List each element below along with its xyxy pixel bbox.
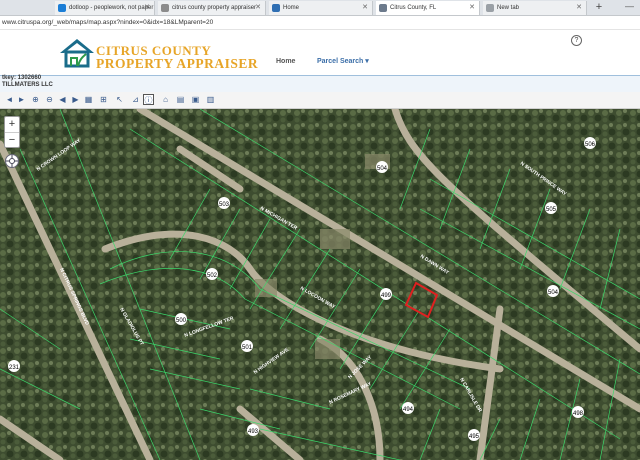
tab-citrus-county[interactable]: Citrus County, FL ✕	[376, 1, 480, 15]
buildings-icon[interactable]: ⌂	[160, 94, 171, 105]
tab-favicon-icon	[272, 4, 280, 12]
tab-label: New tab	[497, 5, 520, 11]
map-canvas[interactable]: 504 505 506 503 502 501 500 499 498 494 …	[0, 109, 640, 460]
print-icon[interactable]: ▤	[175, 94, 186, 105]
tab-label: Citrus County, FL	[390, 5, 437, 11]
lot-marker[interactable]: 495	[468, 429, 480, 441]
lot-marker[interactable]: 493	[247, 424, 259, 436]
tab-label: Home	[283, 5, 300, 11]
help-icon[interactable]: ?	[571, 35, 582, 46]
tab-home[interactable]: Home ✕	[269, 1, 373, 15]
zoom-out-icon[interactable]: ⊖	[44, 94, 55, 105]
parcel-key: tkey: 1302660	[2, 75, 42, 81]
lot-marker-label: 500	[176, 318, 187, 324]
tab-label: citrus county property appraiser	[172, 5, 257, 11]
aerial-parcel-map[interactable]: 504 505 506 503 502 501 500 499 498 494 …	[0, 109, 640, 460]
back-arrow-icon[interactable]: ◄	[4, 94, 15, 105]
export-icon[interactable]: ▣	[190, 94, 201, 105]
tab-new[interactable]: New tab ✕	[483, 1, 587, 15]
pan-left-icon[interactable]: ◀	[57, 94, 68, 105]
lot-marker-label: 504	[377, 166, 388, 172]
pan-right-icon[interactable]: ▶	[70, 94, 81, 105]
lot-marker[interactable]: 503	[218, 197, 230, 209]
tree-canopy	[0, 109, 640, 460]
parcel-owner: TILLMATERS LLC	[2, 82, 53, 88]
lot-marker[interactable]: 504	[376, 161, 388, 173]
lot-marker-label: 499	[381, 293, 392, 299]
lot-marker[interactable]: 231	[8, 360, 20, 372]
locate-icon[interactable]	[5, 154, 19, 168]
zoom-out-button[interactable]: −	[5, 132, 19, 148]
legend-icon[interactable]: ▥	[205, 94, 216, 105]
close-icon[interactable]: ✕	[144, 1, 150, 15]
tab-dotloop[interactable]: dotloop - peoplework, not paper ✕	[55, 1, 155, 15]
lot-marker-label: 505	[546, 207, 557, 213]
nav-home-link[interactable]: Home	[276, 58, 295, 65]
logo-title-line2: PROPERTY APPRAISER	[96, 56, 259, 71]
tab-favicon-icon	[58, 4, 66, 12]
layers-icon[interactable]: ▦	[83, 94, 94, 105]
lot-marker-label: 502	[207, 273, 218, 279]
tab-search[interactable]: citrus county property appraiser ✕	[158, 1, 266, 15]
search-icon	[161, 4, 169, 12]
identify-icon[interactable]: ⓘ	[143, 94, 154, 105]
close-icon[interactable]: ✕	[576, 1, 582, 15]
address-bar[interactable]: www.citruspa.org/_web/maps/map.aspx?nind…	[0, 16, 640, 30]
lot-marker-label: 504	[548, 290, 559, 296]
minimize-button[interactable]: —	[625, 1, 634, 11]
nav-parcel-search-menu[interactable]: Parcel Search ▾	[317, 57, 369, 65]
browser-tab-bar: dotloop - peoplework, not paper ✕ citrus …	[0, 0, 640, 16]
zoom-control: + −	[4, 116, 20, 148]
close-icon[interactable]: ✕	[255, 1, 261, 15]
forward-arrow-icon[interactable]: ►	[16, 94, 27, 105]
lot-marker-label: 494	[403, 407, 414, 413]
tab-favicon-icon	[486, 4, 494, 12]
lot-marker[interactable]: 504	[547, 285, 559, 297]
lot-marker-label: 493	[248, 429, 259, 435]
zoom-in-icon[interactable]: ⊕	[30, 94, 41, 105]
lot-marker[interactable]: 502	[206, 268, 218, 280]
lot-marker-label: 495	[469, 434, 480, 440]
lot-marker-label: 506	[585, 142, 596, 148]
lot-marker[interactable]: 506	[584, 137, 596, 149]
lot-marker[interactable]: 498	[572, 406, 584, 418]
lot-marker[interactable]: 494	[402, 402, 414, 414]
close-icon[interactable]: ✕	[362, 1, 368, 15]
tab-label: dotloop - peoplework, not paper	[69, 5, 154, 11]
zoom-in-button[interactable]: +	[5, 117, 19, 132]
lot-marker[interactable]: 500	[175, 313, 187, 325]
lot-marker[interactable]: 501	[241, 340, 253, 352]
lot-marker-label: 498	[573, 411, 584, 417]
map-toolbar	[0, 92, 640, 109]
measure-icon[interactable]: ⊿	[130, 94, 141, 105]
lot-marker[interactable]: 505	[545, 202, 557, 214]
select-arrow-icon[interactable]: ↖	[114, 94, 125, 105]
parcel-info-bar	[0, 75, 640, 93]
lot-marker-label: 501	[242, 345, 253, 351]
lot-marker-label: 503	[219, 202, 230, 208]
new-tab-button[interactable]: +	[592, 0, 606, 15]
lot-marker-label: 231	[9, 365, 20, 371]
full-extent-icon[interactable]: ⊞	[98, 94, 109, 105]
map-icon	[379, 4, 387, 12]
lot-marker[interactable]: 499	[380, 288, 392, 300]
close-icon[interactable]: ✕	[469, 1, 475, 15]
house-logo-icon	[60, 39, 94, 68]
